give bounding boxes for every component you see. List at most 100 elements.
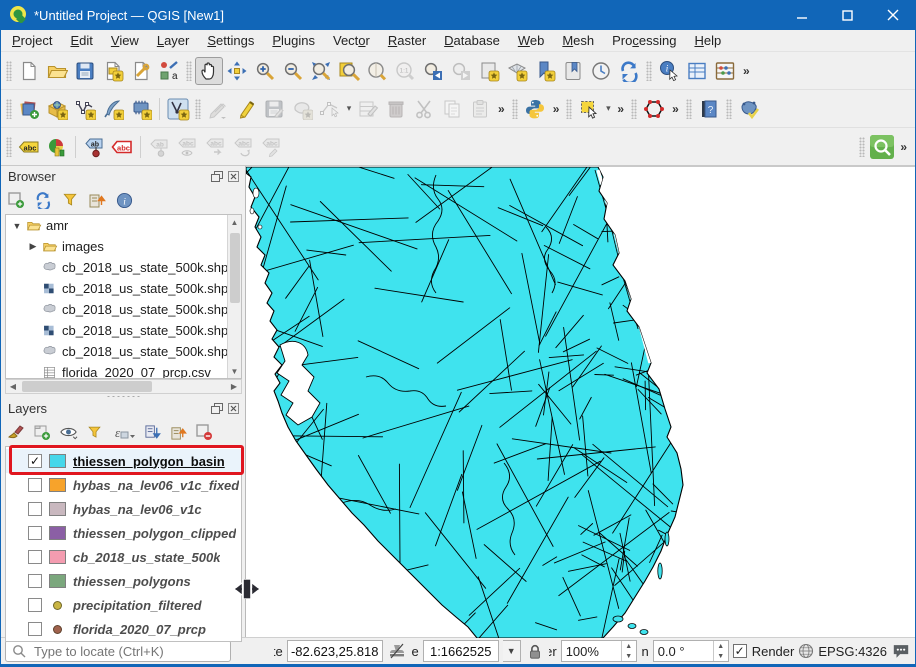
show-hide-labels-button[interactable]: abc bbox=[173, 133, 201, 161]
new-spatialite-layer-button[interactable] bbox=[99, 95, 127, 123]
menu-processing[interactable]: Processing bbox=[603, 31, 685, 50]
locator-search-button[interactable] bbox=[868, 133, 896, 161]
minimize-button[interactable] bbox=[780, 0, 825, 30]
browser-float-button[interactable] bbox=[209, 170, 225, 184]
layer-labeling-button[interactable]: abc bbox=[15, 133, 43, 161]
toolbar-grip[interactable] bbox=[6, 61, 12, 81]
layer-item[interactable]: hybas_na_lev06_v1c bbox=[6, 497, 241, 521]
layer-item[interactable]: ✓thiessen_polygon_basin bbox=[6, 449, 241, 473]
browser-item[interactable]: cb_2018_us_state_500k.shp.isc bbox=[6, 341, 227, 362]
statistical-summary-button[interactable] bbox=[711, 57, 739, 85]
save-project-button[interactable] bbox=[71, 57, 99, 85]
expander-icon[interactable]: ▼ bbox=[10, 221, 24, 231]
toggle-editing-button[interactable] bbox=[232, 95, 260, 123]
delete-selected-button[interactable] bbox=[382, 95, 410, 123]
locate-box[interactable] bbox=[5, 640, 231, 662]
rotation-steppers[interactable]: ▲▼ bbox=[713, 641, 728, 661]
new-shapefile-layer-button[interactable] bbox=[71, 95, 99, 123]
layer-item[interactable]: hybas_na_lev06_v1c_fixed bbox=[6, 473, 241, 497]
new-geopackage-layer-button[interactable] bbox=[43, 95, 71, 123]
zoom-to-layer-button[interactable] bbox=[363, 57, 391, 85]
manage-map-themes-button[interactable] bbox=[58, 422, 78, 442]
magnifier-steppers[interactable]: ▲▼ bbox=[621, 641, 636, 661]
zoom-to-selection-button[interactable] bbox=[335, 57, 363, 85]
zoom-out-button[interactable] bbox=[279, 57, 307, 85]
identify-features-button[interactable]: i bbox=[655, 57, 683, 85]
layer-visibility-checkbox[interactable] bbox=[28, 598, 42, 612]
filter-by-expression-button[interactable]: ε bbox=[110, 422, 136, 442]
open-project-button[interactable] bbox=[43, 57, 71, 85]
expand-all-button[interactable] bbox=[142, 422, 162, 442]
browser-properties-button[interactable]: i bbox=[114, 190, 134, 210]
browser-item[interactable]: florida_2020_07_prcp.csv bbox=[6, 362, 227, 378]
menu-raster[interactable]: Raster bbox=[379, 31, 435, 50]
render-checkbox[interactable]: ✓ Render bbox=[733, 644, 795, 659]
browser-vertical-scrollbar[interactable]: ▲ ▼ bbox=[227, 215, 241, 378]
add-group-button[interactable] bbox=[32, 422, 52, 442]
zoom-native-button[interactable]: 1:1 bbox=[391, 57, 419, 85]
menu-edit[interactable]: Edit bbox=[61, 31, 101, 50]
zoom-full-button[interactable] bbox=[307, 57, 335, 85]
layout-manager-button[interactable] bbox=[127, 57, 155, 85]
browser-item[interactable]: cb_2018_us_state_500k.shp.ea bbox=[6, 278, 227, 299]
layer-item[interactable]: florida_2020_07_prcp bbox=[6, 617, 241, 641]
menu-view[interactable]: View bbox=[102, 31, 148, 50]
map-canvas[interactable] bbox=[246, 166, 915, 637]
scale-dropdown-button[interactable]: ▼ bbox=[503, 640, 521, 662]
menu-help[interactable]: Help bbox=[685, 31, 730, 50]
pan-to-selection-button[interactable] bbox=[223, 57, 251, 85]
python-console-button[interactable] bbox=[521, 95, 549, 123]
new-spatial-bookmark-button[interactable] bbox=[531, 57, 559, 85]
new-3d-map-view-button[interactable] bbox=[503, 57, 531, 85]
pan-map-button[interactable] bbox=[195, 57, 223, 85]
toolbar-overflow-button[interactable]: » bbox=[896, 140, 911, 154]
toolbar-grip[interactable] bbox=[686, 99, 692, 119]
toolbar-grip[interactable] bbox=[631, 99, 637, 119]
coordinate-value[interactable]: -82.623,25.818 bbox=[287, 640, 383, 662]
menu-project[interactable]: Project bbox=[3, 31, 61, 50]
menu-settings[interactable]: Settings bbox=[198, 31, 263, 50]
messages-button[interactable] bbox=[891, 641, 911, 661]
layers-float-button[interactable] bbox=[209, 402, 225, 416]
vertex-tool-dropdown[interactable]: ▾ bbox=[344, 103, 354, 114]
highlight-pinned-labels-button[interactable]: ab bbox=[80, 133, 108, 161]
toolbar-grip[interactable] bbox=[646, 61, 652, 81]
data-source-manager-button[interactable] bbox=[15, 95, 43, 123]
layer-diagram-button[interactable] bbox=[43, 133, 71, 161]
browser-item[interactable]: ▶images bbox=[6, 236, 227, 257]
new-map-view-button[interactable] bbox=[475, 57, 503, 85]
browser-item[interactable]: ▼amr bbox=[6, 215, 227, 236]
remove-layer-button[interactable] bbox=[194, 422, 214, 442]
toolbar-grip[interactable] bbox=[566, 99, 572, 119]
toolbar-grip[interactable] bbox=[186, 61, 192, 81]
show-spatial-bookmarks-button[interactable] bbox=[559, 57, 587, 85]
browser-item[interactable]: cb_2018_us_state_500k.shp bbox=[6, 257, 227, 278]
zoom-next-button[interactable] bbox=[447, 57, 475, 85]
menu-database[interactable]: Database bbox=[435, 31, 509, 50]
browser-close-button[interactable] bbox=[225, 170, 241, 184]
scale-lock-button[interactable] bbox=[525, 641, 545, 661]
browser-item[interactable]: cb_2018_us_state_500k.shp.ea bbox=[6, 299, 227, 320]
layers-collapse-all-button[interactable] bbox=[168, 422, 188, 442]
layer-visibility-checkbox[interactable] bbox=[28, 550, 42, 564]
save-layer-edits-button[interactable] bbox=[260, 95, 288, 123]
vertex-editor-button[interactable] bbox=[640, 95, 668, 123]
select-features-dropdown[interactable]: ▾ bbox=[603, 103, 613, 114]
layer-item[interactable]: cb_2018_us_state_500k bbox=[6, 545, 241, 569]
toolbar-grip[interactable] bbox=[859, 137, 865, 157]
maximize-button[interactable] bbox=[825, 0, 870, 30]
current-edits-button[interactable] bbox=[204, 95, 232, 123]
crs-status-button[interactable]: EPSG:4326 bbox=[798, 643, 887, 659]
browser-collapse-all-button[interactable] bbox=[87, 190, 107, 210]
toolbar-overflow-button[interactable]: » bbox=[549, 102, 564, 116]
layer-styling-button[interactable] bbox=[6, 422, 26, 442]
add-selected-layers-button[interactable] bbox=[6, 190, 26, 210]
browser-item[interactable]: cb_2018_us_state_500k.shp.isc bbox=[6, 320, 227, 341]
layer-visibility-checkbox[interactable] bbox=[28, 622, 42, 636]
toolbar-grip[interactable] bbox=[195, 99, 201, 119]
check-geometries-button[interactable] bbox=[735, 95, 763, 123]
digitize-shape-button[interactable] bbox=[288, 95, 316, 123]
menu-layer[interactable]: Layer bbox=[148, 31, 199, 50]
attribute-table-button[interactable] bbox=[683, 57, 711, 85]
paste-features-button[interactable] bbox=[466, 95, 494, 123]
